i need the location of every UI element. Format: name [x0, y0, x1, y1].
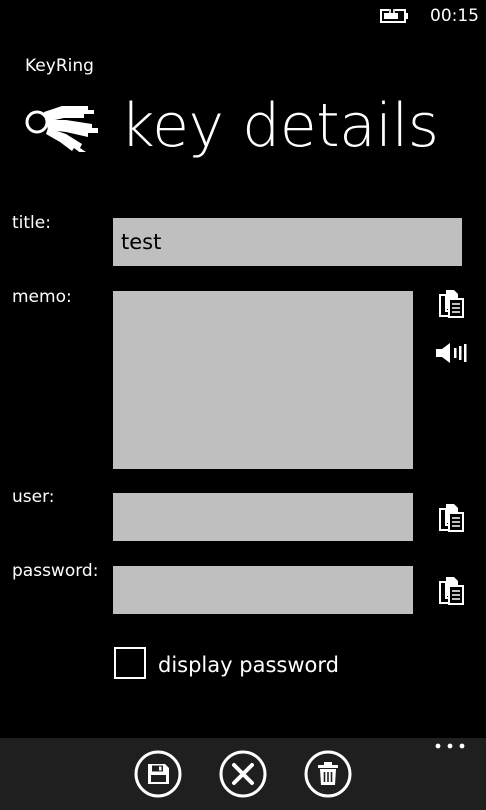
user-input[interactable]	[113, 493, 413, 541]
memo-textarea[interactable]	[113, 291, 413, 469]
password-input[interactable]	[113, 566, 413, 614]
display-password-label[interactable]: display password	[158, 652, 339, 678]
display-password-checkbox[interactable]	[114, 647, 146, 679]
memo-label: memo:	[12, 287, 72, 307]
title-input[interactable]	[113, 218, 462, 266]
delete-icon	[318, 762, 338, 785]
user-label: user:	[12, 487, 55, 507]
keys-icon	[25, 106, 98, 152]
battery-charging-icon	[380, 8, 408, 23]
password-label: password:	[12, 561, 99, 581]
page-title: key details	[120, 91, 439, 161]
copy-user-icon[interactable]	[437, 503, 465, 533]
more-icon[interactable]	[434, 740, 466, 752]
title-label: title:	[12, 213, 51, 233]
copy-memo-icon[interactable]	[437, 289, 465, 319]
cancel-icon	[232, 763, 254, 785]
status-time: 00:15	[430, 6, 479, 26]
save-button[interactable]	[134, 750, 182, 798]
app-name: KeyRing	[25, 56, 94, 76]
copy-password-icon[interactable]	[437, 576, 465, 606]
speaker-icon[interactable]	[435, 342, 467, 364]
delete-button[interactable]	[304, 750, 352, 798]
save-icon	[148, 764, 169, 784]
cancel-button[interactable]	[219, 750, 267, 798]
